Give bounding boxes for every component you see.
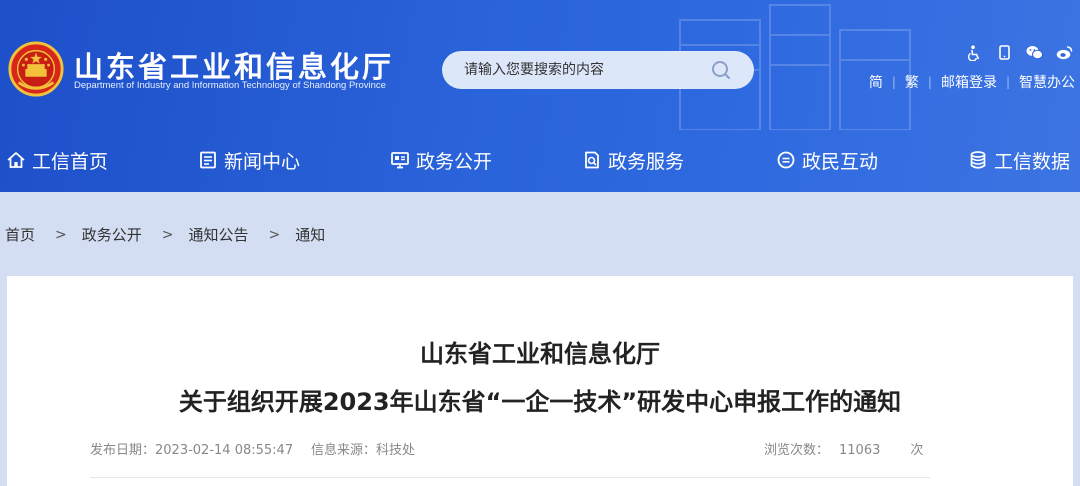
- news-icon: [200, 151, 216, 169]
- service-icon: [585, 151, 599, 169]
- wechat-icon[interactable]: [1026, 44, 1043, 61]
- nav-item-label: 政务服务: [608, 150, 685, 173]
- chat-icon: [777, 151, 795, 169]
- site-subtitle: Department of Industry and Information T…: [74, 80, 386, 91]
- view-count-label: 浏览次数：: [764, 443, 830, 458]
- home-icon: [7, 152, 25, 168]
- nav-item-label: 工信首页: [32, 150, 109, 173]
- nav-item-news[interactable]: 新闻中心: [198, 137, 300, 183]
- accessibility-icon[interactable]: [966, 44, 983, 61]
- breadcrumb-gov-affairs[interactable]: 政务公开: [82, 224, 142, 245]
- article-panel: 山东省工业和信息化厅 关于组织开展2023年山东省“一企一技术”研发中心申报工作…: [7, 276, 1073, 486]
- simplified-chinese-link[interactable]: 简: [869, 72, 883, 92]
- mail-login-link[interactable]: 邮箱登录: [941, 72, 997, 92]
- nav-item-label: 政民互动: [802, 150, 879, 173]
- toolbar-icons: [966, 44, 1073, 61]
- nav-item-label: 新闻中心: [224, 150, 301, 173]
- info-source: 信息来源：科技处: [311, 439, 415, 458]
- breadcrumb-separator: >: [268, 226, 281, 243]
- view-count: 浏览次数： 11063 次: [764, 439, 923, 458]
- divider: |: [1005, 75, 1010, 89]
- nav-item-home[interactable]: 工信首页: [6, 137, 108, 183]
- publish-date: 发布日期：2023-02-14 08:55:47: [90, 439, 293, 458]
- breadcrumb-home[interactable]: 首页: [5, 224, 35, 245]
- view-count-value: 11063: [839, 443, 881, 458]
- search-icon[interactable]: [710, 59, 732, 81]
- nav-item-gov-affairs[interactable]: 政务公开: [390, 137, 492, 183]
- publish-date-label: 发布日期：: [90, 443, 156, 458]
- weibo-icon[interactable]: [1056, 44, 1073, 61]
- view-count-unit: 次: [910, 443, 924, 458]
- article-title: 关于组织开展2023年山东省“一企一技术”研发中心申报工作的通知: [178, 388, 902, 416]
- site-header: 山东省工业和信息化厅 Department of Industry and In…: [0, 0, 1080, 192]
- mobile-icon[interactable]: [996, 44, 1013, 61]
- database-icon: [970, 151, 986, 169]
- traditional-chinese-link[interactable]: 繁: [905, 72, 919, 92]
- info-source-value: 科技处: [376, 443, 416, 458]
- breadcrumb-separator: >: [161, 226, 174, 243]
- info-source-label: 信息来源：: [311, 443, 377, 458]
- breadcrumb: 首页 > 政务公开 > 通知公告 > 通知: [5, 224, 325, 245]
- nav-item-data[interactable]: 工信数据: [968, 137, 1070, 183]
- main-nav: 工信首页 新闻中心 政务公开 政务服务 政民互动 工信数据: [0, 137, 1080, 183]
- divider: |: [927, 75, 932, 89]
- nav-item-gov-services[interactable]: 政务服务: [582, 137, 684, 183]
- nav-item-label: 工信数据: [994, 150, 1071, 173]
- nav-item-interaction[interactable]: 政民互动: [776, 137, 878, 183]
- top-links: 简 | 繁 | 邮箱登录 | 智慧办公: [869, 72, 1075, 92]
- breadcrumb-separator: >: [55, 226, 67, 243]
- smart-office-link[interactable]: 智慧办公: [1019, 72, 1075, 92]
- article-org: 山东省工业和信息化厅: [420, 340, 660, 368]
- divider: |: [891, 75, 896, 89]
- monitor-icon: [391, 152, 409, 169]
- breadcrumb-announcements[interactable]: 通知公告: [189, 224, 249, 245]
- search-input[interactable]: [442, 51, 754, 89]
- breadcrumb-notice[interactable]: 通知: [295, 224, 325, 245]
- nav-item-label: 政务公开: [416, 150, 493, 173]
- publish-date-value: 2023-02-14 08:55:47: [155, 443, 294, 458]
- meta-divider: [90, 477, 930, 478]
- national-emblem-icon: [8, 41, 64, 97]
